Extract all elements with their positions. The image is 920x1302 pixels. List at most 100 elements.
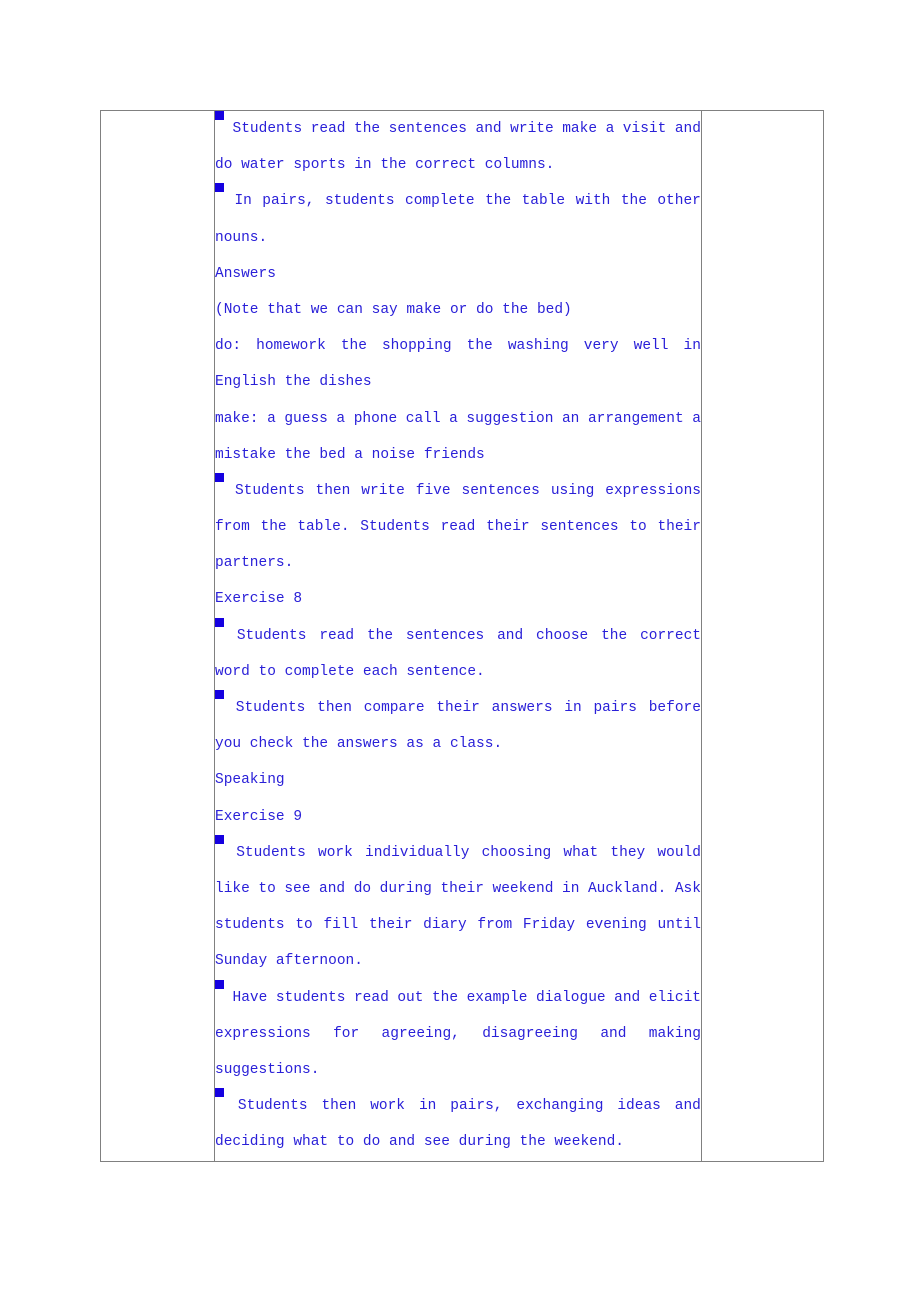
line-word: in xyxy=(418,1098,437,1115)
line-word: other xyxy=(657,193,701,210)
line-word: example xyxy=(466,989,528,1006)
filled-square-bullet-icon xyxy=(215,183,224,193)
line-word: make xyxy=(562,121,598,137)
main-content-cell: Students read the sentences and write make a vis… xyxy=(214,110,702,1162)
line-word: for xyxy=(333,1025,360,1042)
line-word: expressions xyxy=(215,1025,311,1042)
line-word: students xyxy=(275,989,346,1006)
line-text: Exercise 9 xyxy=(215,808,303,825)
line-word: pairs, xyxy=(450,1098,503,1115)
line-word: very xyxy=(583,338,619,355)
line-word: and xyxy=(614,989,641,1006)
line-word: exchanging xyxy=(516,1098,604,1115)
text-line: like to see and do during their weekend in Auckla… xyxy=(215,871,701,907)
line-text: you check the answers as a class. xyxy=(215,736,503,753)
text-line: do water sports in the correct columns. xyxy=(215,147,701,183)
line-word: then xyxy=(321,1098,357,1115)
line-word: and xyxy=(475,121,502,137)
text-line: partners. xyxy=(215,545,701,581)
text-line: Have students read out the example dialogue and… xyxy=(215,979,701,1016)
line-text: partners. xyxy=(215,555,294,572)
text-line: expressions for agreeing, disagreeing and mak… xyxy=(215,1016,701,1052)
text-line: from the table. Students read their sentences t… xyxy=(215,509,701,545)
line-word: read xyxy=(319,627,355,644)
line-text: Speaking xyxy=(215,772,285,789)
line-word: the xyxy=(366,627,394,644)
line-word: weekend xyxy=(492,880,554,897)
line-word: call xyxy=(405,410,441,427)
line-word: do: xyxy=(215,338,242,355)
line-word: choosing xyxy=(481,844,552,861)
line-word: sentences xyxy=(540,519,619,536)
filled-square-bullet-icon xyxy=(215,617,224,627)
line-word: Friday xyxy=(522,917,576,934)
line-word: during xyxy=(379,880,432,897)
line-word: answers xyxy=(491,700,553,716)
line-word: Auckland. xyxy=(587,880,667,897)
line-word: Students xyxy=(236,627,307,644)
line-word: visit xyxy=(622,121,667,137)
line-word: read xyxy=(440,519,476,536)
line-word: their xyxy=(436,700,480,716)
line-word: the xyxy=(260,519,287,536)
line-word: from xyxy=(477,917,513,934)
line-word: what xyxy=(563,844,599,861)
line-word: the xyxy=(485,193,512,210)
line-word: then xyxy=(315,482,351,499)
line-word: sentences xyxy=(461,482,540,499)
line-word: write xyxy=(361,482,405,499)
line-word: like xyxy=(215,880,250,897)
text-line: make: a guess a phone call a suggestion an arrang… xyxy=(215,401,701,437)
line-word: suggestion xyxy=(466,410,554,427)
line-word: complete xyxy=(405,193,475,210)
line-word: out xyxy=(397,989,424,1006)
line-word: make: xyxy=(215,410,259,427)
text-line: Students read the sentences and choose the corr… xyxy=(215,617,701,654)
text-line: Speaking xyxy=(215,762,701,798)
line-word: a xyxy=(605,121,615,137)
text-line: deciding what to do and see during the w… xyxy=(215,1124,701,1160)
text-line: mistake the bed a noise friends xyxy=(215,437,701,473)
line-word: work xyxy=(318,844,353,861)
line-word: the xyxy=(620,193,647,210)
line-word: from xyxy=(215,519,250,536)
text-line: In pairs, students complete the table with the o… xyxy=(215,183,701,219)
line-word: see xyxy=(284,880,311,897)
line-word: Students xyxy=(232,121,303,137)
line-word: elicit xyxy=(648,989,701,1006)
line-word: the xyxy=(431,989,459,1006)
text-line: nouns. xyxy=(215,220,701,256)
line-word: and xyxy=(319,880,346,897)
line-text: do water sports in the correct columns. xyxy=(215,157,555,174)
line-word: would xyxy=(657,844,701,861)
lesson-plan-table: Students read the sentences and write make a vis… xyxy=(100,110,824,1162)
line-word: diary xyxy=(423,917,467,934)
content-lines-container: Students read the sentences and write make a vis… xyxy=(215,111,701,1160)
table-row: Students read the sentences and write make a vis… xyxy=(100,110,824,1162)
line-word: read xyxy=(310,121,346,137)
line-word: pairs xyxy=(593,700,637,716)
text-line: Students then compare their answers in pairs be… xyxy=(215,690,701,726)
line-word: evening xyxy=(585,917,647,934)
line-word: Students xyxy=(237,1098,308,1115)
text-line: Students then write five sentences using expre… xyxy=(215,472,701,509)
line-word: they xyxy=(610,844,646,861)
text-line: do: homework the shopping the washing very well… xyxy=(215,328,701,364)
line-text: English the dishes xyxy=(215,374,372,391)
line-word: homework xyxy=(256,338,326,355)
line-word: their xyxy=(368,917,413,934)
line-word: work xyxy=(370,1098,406,1115)
line-word: their xyxy=(657,519,701,536)
line-text: Answers xyxy=(215,265,276,282)
line-word: a xyxy=(449,410,458,427)
text-line: Students work individually choosing what they… xyxy=(215,834,701,871)
line-word: their xyxy=(440,880,484,897)
line-word: correct xyxy=(640,627,701,644)
line-word: fill xyxy=(323,917,359,934)
line-word: and xyxy=(674,121,701,137)
line-word: agreeing, xyxy=(381,1025,460,1042)
line-word: the xyxy=(466,338,493,355)
line-text: word to complete each sentence. xyxy=(215,663,485,680)
line-word: sentences xyxy=(405,627,485,644)
line-word: the xyxy=(354,121,381,137)
